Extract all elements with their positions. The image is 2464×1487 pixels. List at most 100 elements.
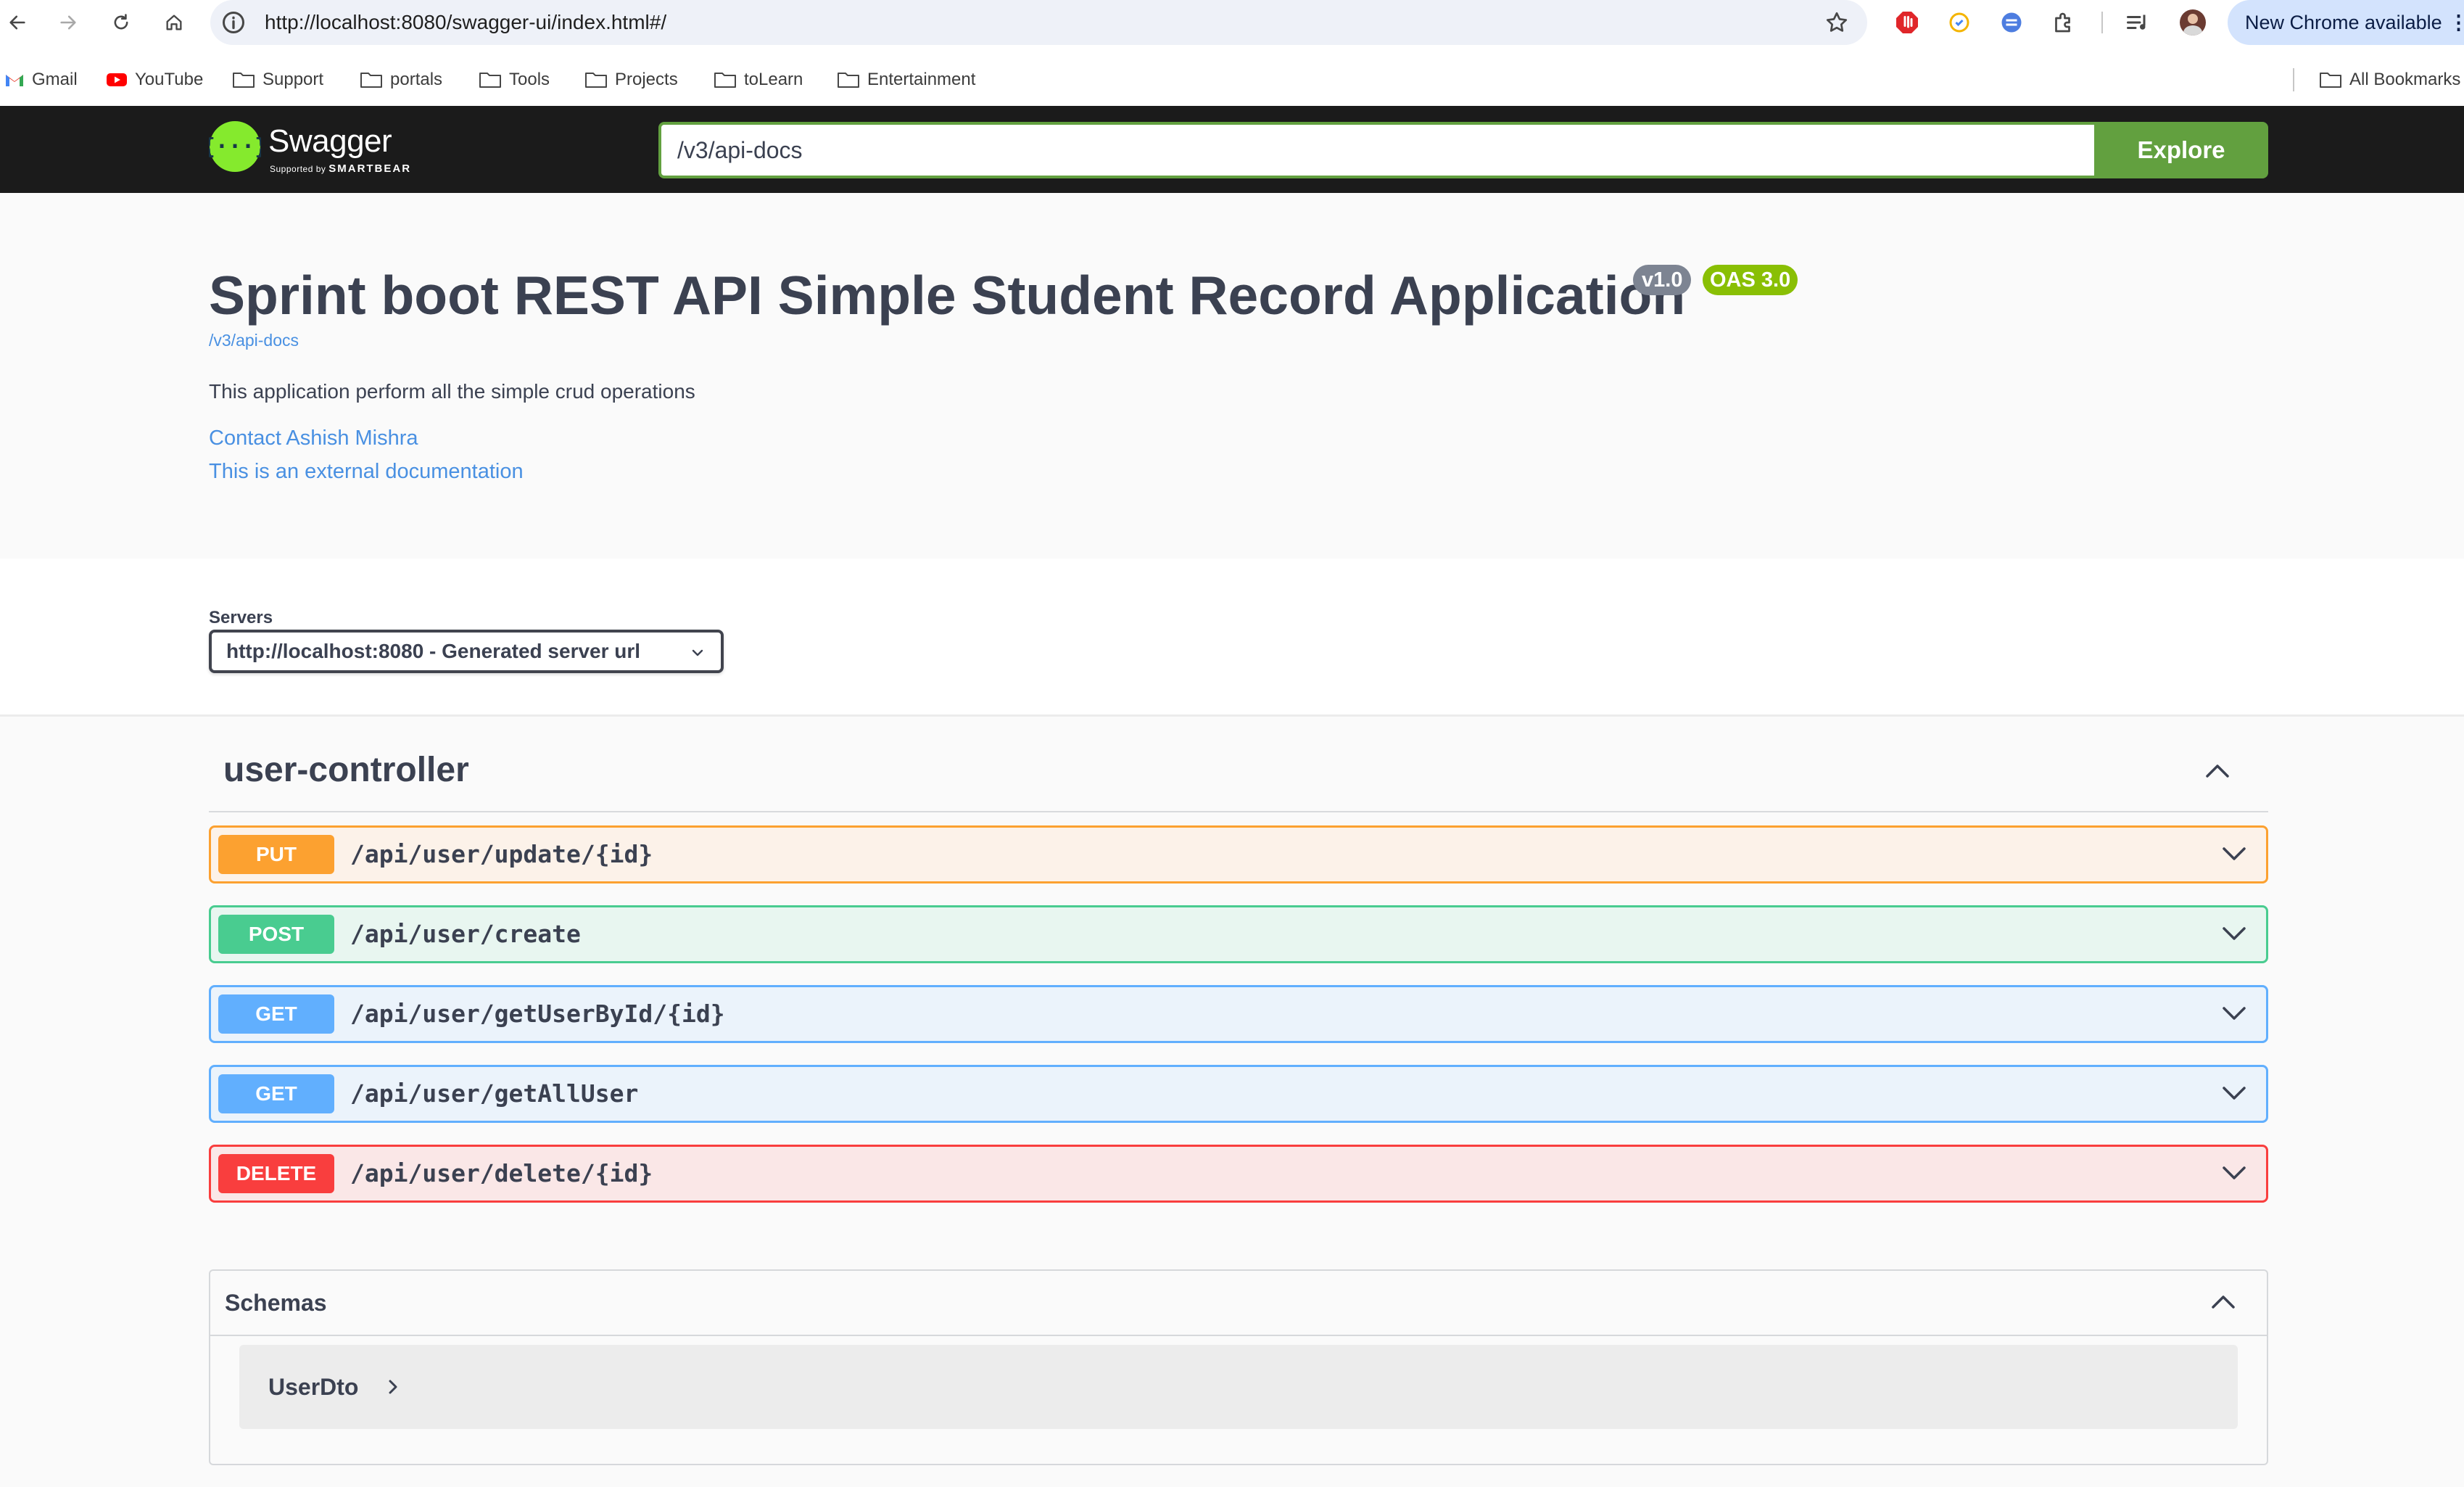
extensions-puzzle-icon[interactable] (2051, 9, 2077, 36)
spec-link[interactable]: /v3/api-docs (209, 331, 299, 350)
folder-icon (479, 73, 501, 88)
chevron-up-icon[interactable] (2203, 759, 2232, 782)
operation-path: /api/user/getAllUser (350, 1079, 639, 1108)
bookmark-folder-entertainment[interactable]: Entertainment (837, 61, 975, 99)
servers-section: Servers http://localhost:8080 - Generate… (0, 559, 2464, 717)
swagger-topbar: {···} Swagger Supported by SMARTBEAR /v3… (0, 106, 2464, 193)
bookmark-star-icon[interactable] (1824, 9, 1850, 36)
chevron-down-icon[interactable] (2220, 1002, 2249, 1025)
all-bookmarks-folder[interactable]: All Bookmarks (2319, 61, 2460, 99)
bookmark-label: Gmail (32, 70, 78, 89)
bookmark-folder-projects[interactable]: Projects (584, 61, 678, 99)
contact-link[interactable]: Contact Ashish Mishra (209, 427, 418, 450)
address-url[interactable]: http://localhost:8080/swagger-ui/index.h… (265, 0, 666, 45)
bookmark-label: Entertainment (867, 70, 976, 89)
operation-get-user-by-id[interactable]: GET /api/user/getUserById/{id} (209, 985, 2268, 1043)
bookmark-folder-tolearn[interactable]: toLearn (714, 61, 803, 99)
schemas-section: Schemas UserDto (209, 1269, 2268, 1465)
schemas-header[interactable]: Schemas (210, 1271, 2267, 1336)
operation-put-update[interactable]: PUT /api/user/update/{id} (209, 825, 2268, 883)
method-badge: POST (218, 915, 334, 954)
extension-icon[interactable] (1998, 9, 2025, 36)
profile-avatar[interactable] (2180, 9, 2206, 36)
operation-path: /api/user/create (350, 920, 581, 948)
bookmark-label: toLearn (744, 70, 803, 89)
back-icon[interactable] (1, 7, 33, 38)
bookmark-folder-tools[interactable]: Tools (479, 61, 550, 99)
gmail-icon (6, 75, 23, 86)
bookmark-gmail[interactable]: Gmail (4, 61, 78, 99)
operations-area: user-controller PUT /api/user/update/{id… (0, 717, 2464, 1487)
bookmark-folder-support[interactable]: Support (232, 61, 323, 99)
servers-selected-value: http://localhost:8080 - Generated server… (226, 640, 641, 662)
home-icon[interactable] (158, 7, 190, 38)
version-badge: v1.0 (1633, 265, 1692, 295)
youtube-icon (107, 73, 127, 86)
chrome-update-label: New Chrome available (2245, 12, 2442, 33)
explore-button[interactable]: Explore (2094, 122, 2268, 178)
operation-post-create[interactable]: POST /api/user/create (209, 905, 2268, 963)
operation-get-all-users[interactable]: GET /api/user/getAllUser (209, 1065, 2268, 1123)
servers-select[interactable]: http://localhost:8080 - Generated server… (209, 630, 724, 673)
swagger-logo[interactable]: {···} Swagger Supported by SMARTBEAR (209, 120, 426, 178)
folder-icon (233, 73, 255, 88)
external-docs-link[interactable]: This is an external documentation (209, 460, 524, 484)
kebab-menu-icon[interactable]: ⋮ (2449, 0, 2464, 45)
method-badge: GET (218, 1074, 334, 1113)
address-bar[interactable]: http://localhost:8080/swagger-ui/index.h… (210, 0, 1867, 45)
chevron-down-icon[interactable] (2220, 1161, 2249, 1185)
tag-section-header[interactable]: user-controller (209, 743, 2268, 812)
method-badge: PUT (218, 835, 334, 874)
operation-path: /api/user/update/{id} (350, 840, 653, 868)
operation-path: /api/user/delete/{id} (350, 1159, 653, 1187)
tag-name: user-controller (223, 751, 469, 789)
bookmark-youtube[interactable]: YouTube (106, 61, 203, 99)
all-bookmarks-label: All Bookmarks (2349, 70, 2461, 89)
swagger-logo-subtitle: Supported by SMARTBEAR (270, 162, 411, 175)
reload-icon[interactable] (105, 7, 137, 38)
api-info-section: Sprint boot REST API Simple Student Reco… (0, 193, 2464, 559)
method-badge: GET (218, 994, 334, 1034)
oas-badge: OAS 3.0 (1703, 265, 1798, 295)
logo-sub-prefix: Supported by (270, 164, 326, 174)
chevron-up-icon[interactable] (2209, 1290, 2238, 1313)
chevron-down-icon[interactable] (2220, 1082, 2249, 1105)
browser-toolbar: http://localhost:8080/swagger-ui/index.h… (0, 0, 2464, 45)
chevron-down-icon[interactable] (2220, 922, 2249, 945)
swagger-logo-icon: {···} (209, 121, 261, 172)
schemas-title: Schemas (225, 1290, 327, 1316)
extension-icon[interactable] (1946, 9, 1972, 36)
svg-text:{···}: {···} (209, 134, 261, 160)
adblock-extension-icon[interactable] (1894, 9, 1920, 36)
bookmark-label: Tools (509, 70, 550, 89)
chevron-down-icon[interactable] (2220, 842, 2249, 865)
media-controls-icon[interactable] (2125, 9, 2151, 36)
bookmarks-bar: Gmail YouTube Support portals Tools Proj… (0, 61, 2464, 99)
bookmark-folder-portals[interactable]: portals (360, 61, 442, 99)
folder-icon (585, 73, 607, 88)
bookmark-label: YouTube (135, 70, 204, 89)
folder-icon (714, 73, 736, 88)
folder-icon (360, 73, 382, 88)
schema-model-userdto[interactable]: UserDto (239, 1345, 2238, 1429)
bookmark-label: Support (262, 70, 324, 89)
servers-label: Servers (209, 608, 273, 627)
model-name: UserDto (268, 1374, 359, 1400)
spec-url-input[interactable]: /v3/api-docs (658, 122, 2094, 178)
swagger-logo-text: Swagger (268, 123, 392, 159)
folder-icon (2320, 73, 2341, 88)
folder-icon (838, 73, 859, 88)
bookmark-label: portals (390, 70, 443, 89)
site-info-icon[interactable] (220, 9, 247, 36)
api-title: Sprint boot REST API Simple Student Reco… (209, 265, 1686, 326)
bookmarks-divider (2293, 68, 2294, 91)
logo-sub-brand: SMARTBEAR (328, 162, 412, 175)
chrome-update-button[interactable]: New Chrome available ⋮ (2228, 0, 2464, 45)
toolbar-divider (2101, 12, 2103, 33)
operation-delete-user[interactable]: DELETE /api/user/delete/{id} (209, 1145, 2268, 1203)
method-badge: DELETE (218, 1154, 334, 1193)
bookmark-label: Projects (615, 70, 678, 89)
api-description: This application perform all the simple … (209, 380, 695, 403)
chevron-right-icon[interactable] (384, 1377, 402, 1397)
forward-icon[interactable] (52, 7, 84, 38)
